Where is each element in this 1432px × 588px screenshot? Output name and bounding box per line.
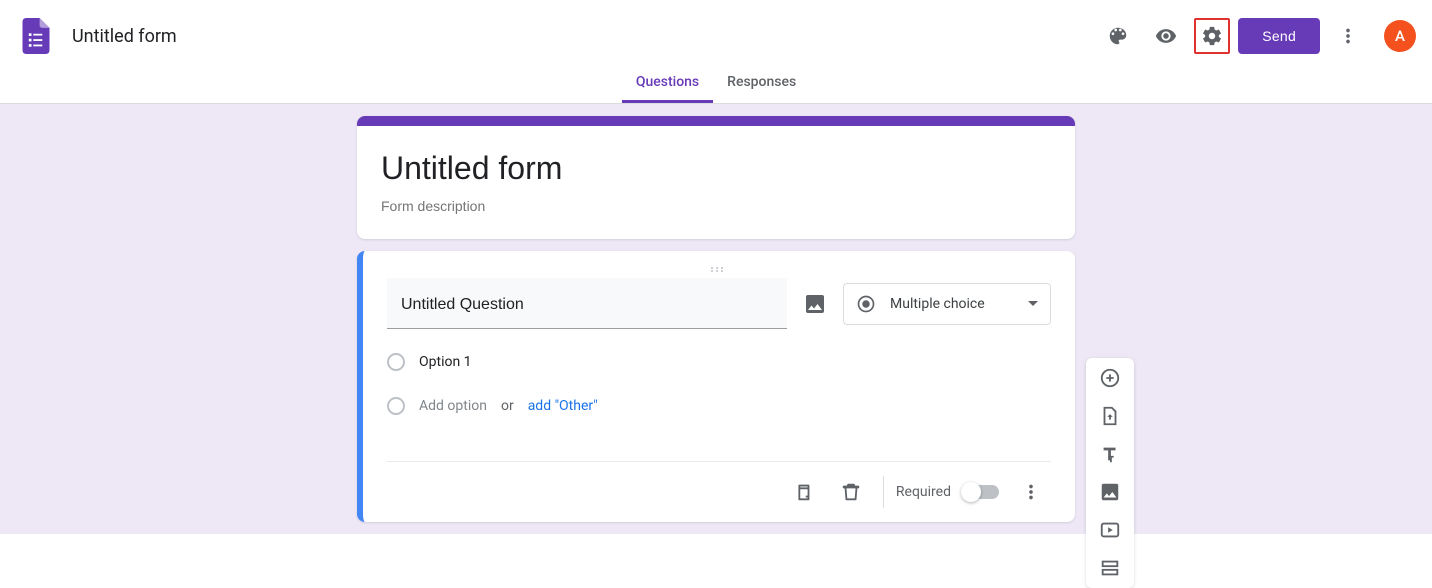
- preview-icon[interactable]: [1146, 16, 1186, 56]
- question-type-select[interactable]: Multiple choice: [843, 283, 1051, 325]
- question-card: Multiple choice Option 1 Add option or a…: [357, 251, 1075, 522]
- question-footer: Required: [387, 461, 1051, 516]
- option-row: Option 1: [387, 353, 1051, 371]
- chevron-down-icon: [1028, 301, 1038, 306]
- form-header-card: [357, 116, 1075, 239]
- add-section-icon[interactable]: [1092, 556, 1128, 580]
- canvas: Multiple choice Option 1 Add option or a…: [0, 104, 1432, 534]
- settings-icon[interactable]: [1194, 18, 1230, 54]
- question-more-icon[interactable]: [1011, 472, 1051, 512]
- add-title-icon[interactable]: [1092, 442, 1128, 466]
- more-icon[interactable]: [1328, 16, 1368, 56]
- radio-icon: [387, 353, 405, 371]
- form-description-input[interactable]: [381, 198, 1051, 214]
- add-other-button[interactable]: add "Other": [528, 398, 598, 414]
- tab-responses[interactable]: Responses: [713, 64, 810, 103]
- document-title[interactable]: Untitled form: [72, 26, 177, 47]
- duplicate-icon[interactable]: [783, 472, 823, 512]
- add-image-icon[interactable]: [1092, 480, 1128, 504]
- add-question-icon[interactable]: [1092, 366, 1128, 390]
- or-text: or: [501, 398, 514, 414]
- send-button[interactable]: Send: [1238, 18, 1320, 54]
- option-label[interactable]: Option 1: [419, 354, 472, 370]
- add-option-row: Add option or add "Other": [387, 397, 1051, 415]
- add-video-icon[interactable]: [1092, 518, 1128, 542]
- tabs: Questions Responses: [0, 64, 1432, 104]
- header-actions: Send A: [1098, 16, 1416, 56]
- question-title-input[interactable]: [401, 296, 773, 314]
- form-title-input[interactable]: [381, 148, 1051, 188]
- delete-icon[interactable]: [831, 472, 871, 512]
- forms-logo-icon[interactable]: [16, 16, 56, 56]
- question-type-label: Multiple choice: [890, 296, 1014, 312]
- side-toolbar: [1086, 358, 1134, 588]
- avatar[interactable]: A: [1384, 20, 1416, 52]
- import-questions-icon[interactable]: [1092, 404, 1128, 428]
- required-toggle[interactable]: [963, 485, 999, 499]
- theme-icon[interactable]: [1098, 16, 1138, 56]
- tab-questions[interactable]: Questions: [622, 64, 713, 103]
- divider: [883, 476, 884, 508]
- header: Untitled form Send A: [0, 0, 1432, 64]
- radio-icon: [387, 397, 405, 415]
- drag-handle-icon[interactable]: [387, 251, 1051, 278]
- add-option-button[interactable]: Add option: [419, 398, 487, 414]
- add-image-icon[interactable]: [801, 290, 829, 318]
- required-label: Required: [896, 484, 951, 500]
